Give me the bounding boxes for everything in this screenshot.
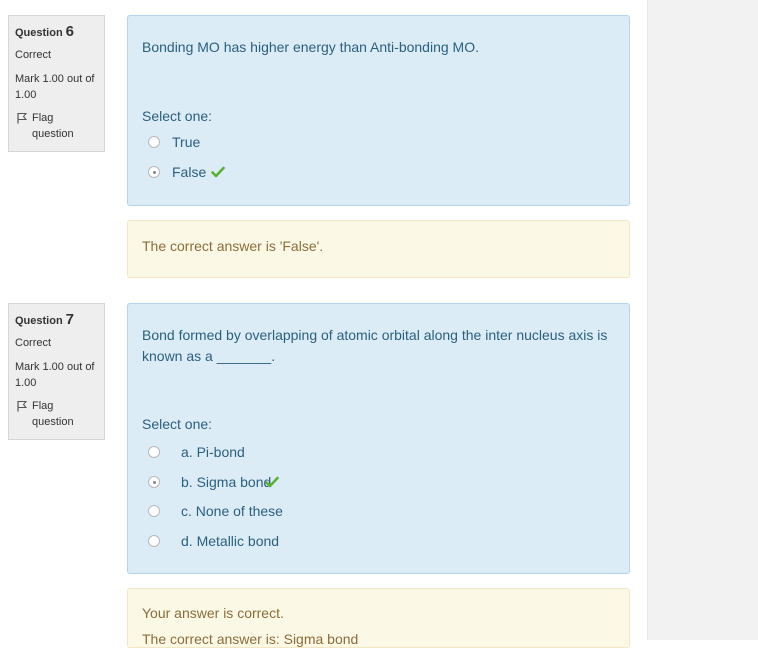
question-label: Question <box>15 315 63 327</box>
question-state: Correct <box>15 337 52 349</box>
radio-button[interactable] <box>148 535 160 547</box>
flag-question-label: Flag question <box>32 400 74 428</box>
question-info-6: Question 6 Correct Mark 1.00 out of 1.00 … <box>8 15 105 152</box>
question-text: Bonding MO has higher energy than Anti-b… <box>142 39 479 55</box>
option-label: a. Pi-bond <box>181 444 245 460</box>
answer-option-d[interactable]: d. Metallic bond <box>148 530 279 552</box>
radio-button-selected[interactable] <box>148 476 160 488</box>
right-side-panel <box>647 0 758 640</box>
correct-answer-text: The correct answer is: Sigma bond <box>142 631 359 647</box>
question-state: Correct <box>15 49 52 61</box>
radio-button-selected[interactable] <box>148 166 160 178</box>
answer-option-true[interactable]: True <box>148 131 200 153</box>
radio-button[interactable] <box>148 446 160 458</box>
feedback-box-7: Your answer is correct. The correct answ… <box>127 588 630 648</box>
option-label: True <box>172 134 201 150</box>
answer-option-b[interactable]: b. Sigma bond <box>148 471 280 493</box>
correct-answer-text: The correct answer is 'False'. <box>142 238 324 254</box>
flag-icon <box>17 113 28 124</box>
question-content-6: Bonding MO has higher energy than Anti-b… <box>127 15 630 206</box>
answer-option-false[interactable]: False <box>148 161 226 183</box>
answer-option-a[interactable]: a. Pi-bond <box>148 441 245 463</box>
select-one-prompt: Select one: <box>142 416 213 432</box>
question-info-7: Question 7 Correct Mark 1.00 out of 1.00 … <box>8 303 105 440</box>
question-grade: Mark 1.00 out of 1.00 <box>15 73 95 101</box>
flag-question-link[interactable]: Flag question <box>15 398 98 430</box>
feedback-text: Your answer is correct. <box>142 605 284 621</box>
check-icon <box>265 476 280 488</box>
answer-option-c[interactable]: c. None of these <box>148 500 283 522</box>
option-label: c. None of these <box>181 503 283 519</box>
select-one-prompt: Select one: <box>142 108 213 124</box>
question-number-line: Question 6 <box>15 24 98 41</box>
question-number: 6 <box>65 23 75 40</box>
option-label: b. Sigma bond <box>181 474 272 490</box>
check-icon <box>211 166 226 178</box>
radio-button[interactable] <box>148 136 160 148</box>
question-content-7: Bond formed by overlapping of atomic orb… <box>127 303 630 574</box>
question-label: Question <box>15 27 63 39</box>
flag-icon <box>17 401 28 412</box>
flag-question-label: Flag question <box>32 112 74 140</box>
question-text: Bond formed by overlapping of atomic orb… <box>142 327 608 364</box>
feedback-box-6: The correct answer is 'False'. <box>127 220 630 278</box>
question-number: 7 <box>65 311 75 328</box>
question-grade: Mark 1.00 out of 1.00 <box>15 361 95 389</box>
radio-button[interactable] <box>148 505 160 517</box>
option-label: d. Metallic bond <box>181 533 280 549</box>
option-label: False <box>172 164 207 180</box>
question-number-line: Question 7 <box>15 312 98 329</box>
flag-question-link[interactable]: Flag question <box>15 110 98 142</box>
